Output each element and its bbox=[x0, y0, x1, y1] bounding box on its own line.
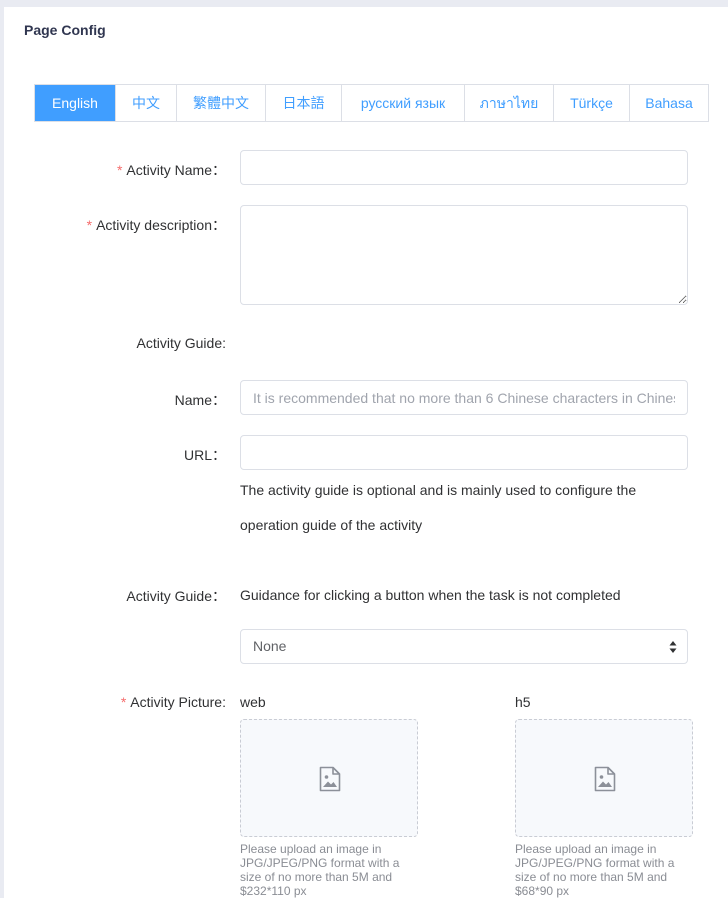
guide-click-select[interactable]: None bbox=[240, 629, 688, 664]
language-tabs: English 中文 繁體中文 日本語 русский язык ภาษาไทย… bbox=[34, 84, 709, 122]
tab-chinese-traditional[interactable]: 繁體中文 bbox=[176, 85, 265, 121]
activity-name-input[interactable] bbox=[240, 150, 688, 185]
tab-thai[interactable]: ภาษาไทย bbox=[464, 85, 553, 121]
upload-web-label: web bbox=[240, 694, 266, 710]
upload-web-tip: Please upload an image in JPG/JPEG/PNG f… bbox=[240, 842, 400, 898]
activity-description-label: * Activity description： bbox=[86, 217, 226, 233]
activity-picture-label: * Activity Picture: bbox=[120, 694, 226, 710]
tab-english[interactable]: English bbox=[35, 85, 115, 121]
image-file-icon bbox=[319, 766, 341, 792]
activity-name-label: * Activity Name： bbox=[116, 162, 226, 178]
upload-h5-box[interactable] bbox=[515, 719, 693, 837]
sort-arrows-icon bbox=[669, 641, 677, 653]
image-file-icon bbox=[594, 766, 616, 792]
guide-url-label: URL： bbox=[183, 447, 226, 463]
guide-name-label: Name： bbox=[174, 392, 226, 408]
activity-guide-label: Activity Guide: bbox=[136, 335, 226, 351]
activity-description-textarea[interactable] bbox=[240, 205, 688, 305]
tab-japanese[interactable]: 日本語 bbox=[265, 85, 341, 121]
upload-web-box[interactable] bbox=[240, 719, 418, 837]
guide-url-input[interactable] bbox=[240, 435, 688, 470]
tab-chinese-simplified[interactable]: 中文 bbox=[115, 85, 176, 121]
upload-h5-label: h5 bbox=[515, 694, 531, 710]
guide-click-hint: Guidance for clicking a button when the … bbox=[240, 587, 621, 603]
guide-name-input[interactable] bbox=[240, 380, 688, 415]
guide-click-label: Activity Guide： bbox=[126, 588, 226, 604]
tab-bahasa[interactable]: Bahasa bbox=[629, 85, 708, 121]
guide-click-selected-value: None bbox=[253, 638, 287, 654]
tab-turkish[interactable]: Türkçe bbox=[553, 85, 629, 121]
upload-h5-tip: Please upload an image in JPG/JPEG/PNG f… bbox=[515, 842, 675, 898]
page-title: Page Config bbox=[24, 22, 106, 38]
guide-help-text: The activity guide is optional and is ma… bbox=[240, 482, 637, 533]
tab-russian[interactable]: русский язык bbox=[341, 85, 464, 121]
page-config-card: Page Config English 中文 繁體中文 日本語 русский … bbox=[4, 7, 728, 898]
